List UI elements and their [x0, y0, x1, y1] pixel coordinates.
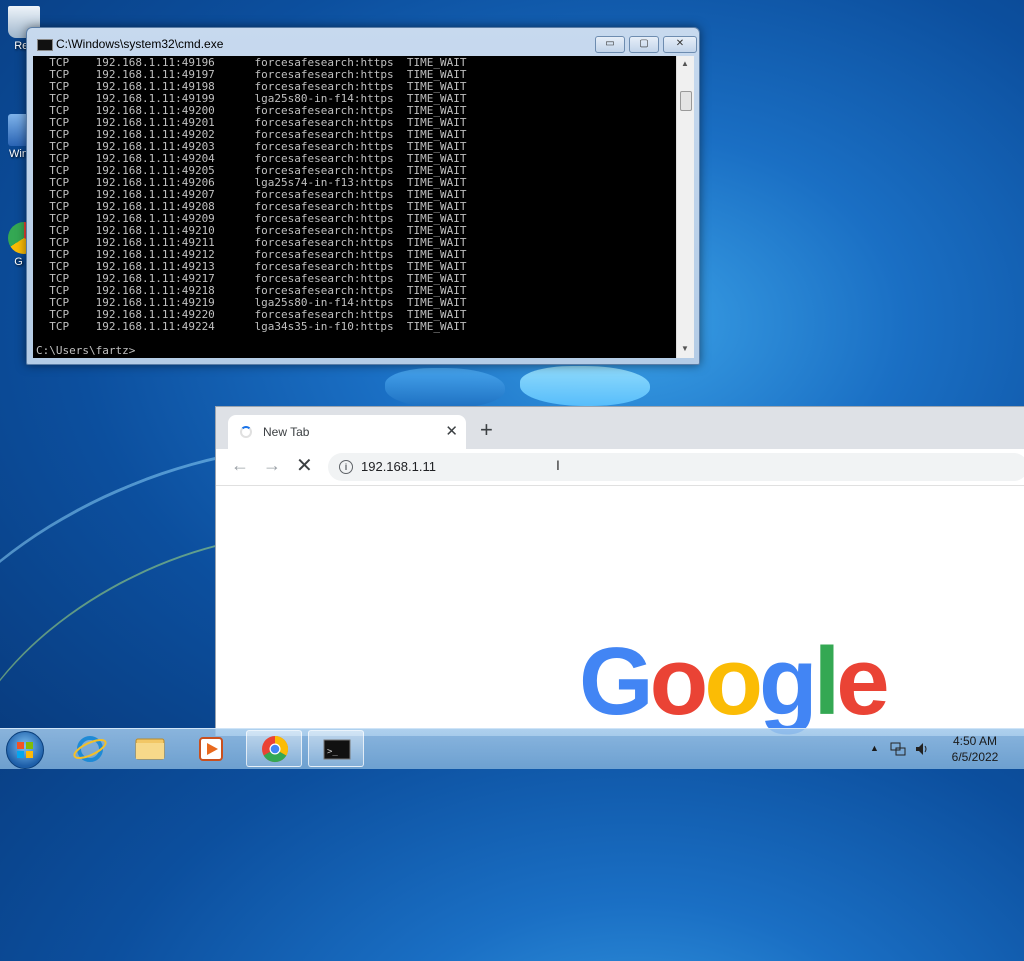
google-logo-letter: e	[836, 628, 889, 735]
cmd-title: C:\Windows\system32\cmd.exe	[56, 37, 224, 51]
scroll-down-arrow-icon[interactable]: ▼	[681, 344, 689, 353]
command-prompt-taskbar-icon[interactable]: >_	[308, 730, 364, 767]
minimize-button[interactable]: ▭	[595, 36, 625, 53]
internet-explorer-taskbar-icon[interactable]	[62, 730, 118, 767]
file-explorer-taskbar-icon[interactable]	[122, 730, 178, 767]
show-hidden-icons-arrow[interactable]: ▲	[870, 743, 879, 753]
forward-arrow-icon[interactable]: →	[263, 455, 281, 476]
windows-flag-icon	[17, 742, 33, 758]
windows-logo-piece	[385, 368, 505, 408]
loading-spinner-icon	[240, 426, 252, 438]
console-prompt: C:\Users\fartz>	[36, 344, 136, 357]
taskbar: >_ ▲ 4:50 AM 6/5/2022	[0, 728, 1024, 769]
back-arrow-icon[interactable]: ←	[231, 455, 249, 476]
console-lines: TCP 192.168.1.11:49196 forcesafesearch:h…	[36, 57, 676, 333]
maximize-button[interactable]: ▢	[629, 36, 659, 53]
chrome-window[interactable]: New Tab ✕ + ← → ✕ i 192.168.1.11 I Googl…	[215, 406, 1024, 736]
console-line: TCP 192.168.1.11:49224 lga34s35-in-f10:h…	[36, 320, 467, 333]
google-logo-letter: l	[813, 628, 841, 735]
network-icon[interactable]	[890, 741, 906, 760]
volume-icon[interactable]	[914, 741, 930, 760]
google-logo: Google	[579, 634, 890, 730]
clock-date: 6/5/2022	[951, 750, 999, 764]
tab-new-tab[interactable]: New Tab ✕	[228, 415, 466, 449]
google-logo-letter: o	[704, 628, 763, 735]
svg-text:>_: >_	[327, 747, 338, 757]
scroll-thumb[interactable]	[680, 91, 692, 111]
close-button[interactable]: ✕	[663, 36, 697, 53]
scroll-up-arrow-icon[interactable]: ▲	[681, 59, 689, 68]
google-logo-letter: o	[649, 628, 709, 735]
cmd-window[interactable]: C:\Windows\system32\cmd.exe ▭ ▢ ✕ TCP 19…	[26, 27, 700, 365]
browser-toolbar: ← → ✕ i 192.168.1.11 I	[216, 449, 1024, 486]
windows-logo-piece	[520, 366, 650, 406]
new-tab-button[interactable]: +	[480, 419, 493, 441]
address-bar[interactable]: i 192.168.1.11 I	[328, 453, 1024, 481]
console-scrollbar[interactable]: ▲ ▼	[676, 56, 694, 358]
cmd-titlebar[interactable]: C:\Windows\system32\cmd.exe ▭ ▢ ✕	[27, 28, 699, 56]
google-logo-letter: g	[758, 628, 818, 735]
google-logo-letter: G	[579, 628, 654, 735]
clock-time: 4:50 AM	[952, 734, 998, 748]
url-text[interactable]: 192.168.1.11	[361, 459, 436, 474]
media-player-taskbar-icon[interactable]	[182, 730, 238, 767]
text-cursor-icon: I	[556, 457, 560, 473]
chrome-taskbar-icon[interactable]	[246, 730, 302, 767]
system-clock[interactable]: 4:50 AM 6/5/2022	[940, 733, 1010, 765]
tab-close-icon[interactable]: ✕	[445, 422, 458, 440]
start-button[interactable]	[6, 731, 44, 769]
cmd-icon	[37, 39, 53, 51]
console-output[interactable]: TCP 192.168.1.11:49196 forcesafesearch:h…	[33, 56, 694, 358]
page-content: Google	[216, 486, 1024, 736]
tab-title: New Tab	[263, 425, 310, 439]
info-icon[interactable]: i	[339, 460, 353, 474]
stop-loading-icon[interactable]: ✕	[296, 453, 313, 478]
